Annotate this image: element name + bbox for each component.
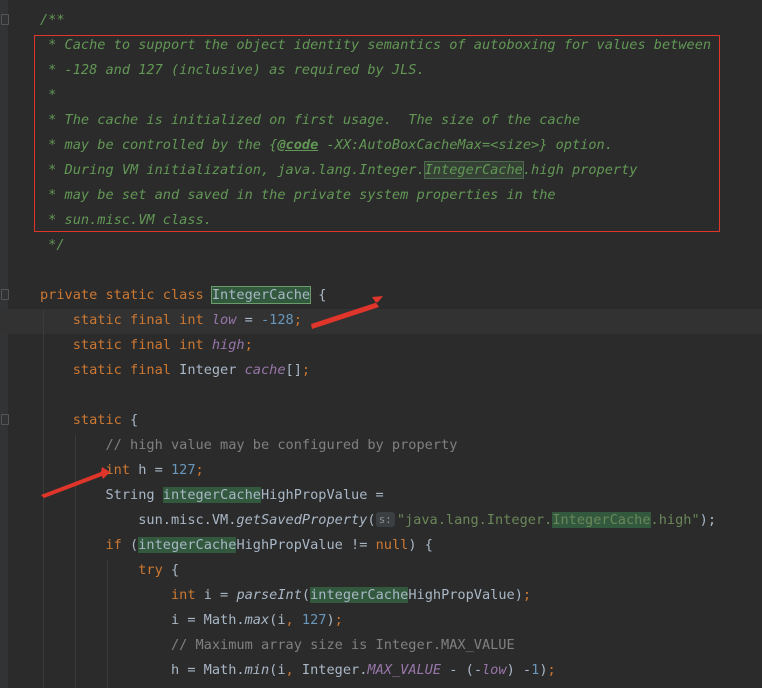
red-arrow-to-int-h (41, 467, 110, 498)
red-arrow-to-low (311, 296, 383, 329)
annotation-arrows (41, 296, 383, 498)
